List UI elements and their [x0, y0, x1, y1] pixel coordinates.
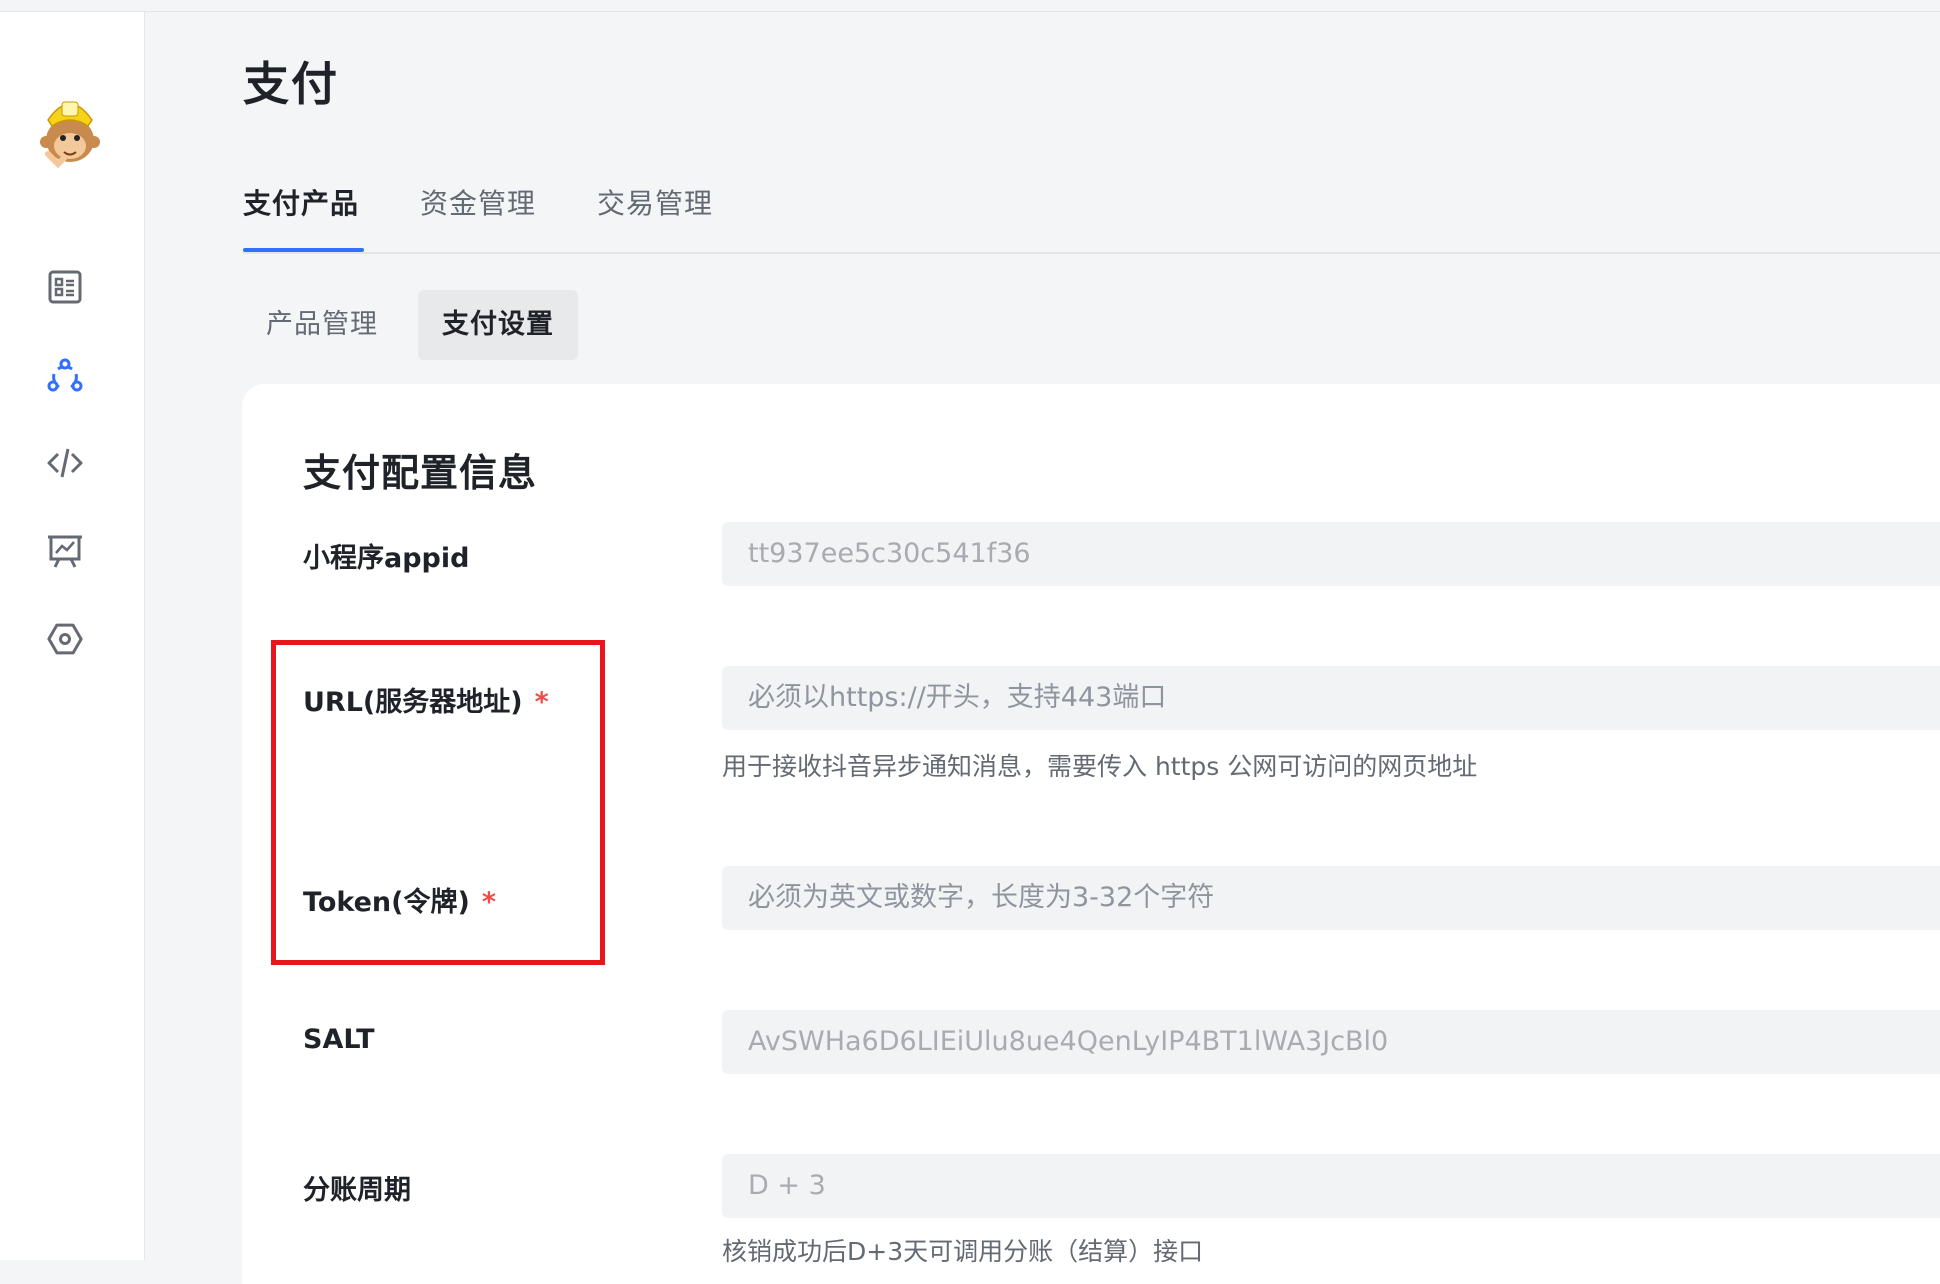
subtab-payment-settings[interactable]: 支付设置 — [418, 290, 578, 360]
subtab-product-management[interactable]: 产品管理 — [242, 290, 402, 360]
appid-field: tt937ee5c30c541f36 — [722, 522, 1940, 586]
sidebar — [0, 12, 145, 1260]
settlement-cycle-label: 分账周期 — [303, 1175, 411, 1206]
card-title: 支付配置信息 — [303, 451, 538, 495]
app-logo[interactable] — [34, 80, 106, 170]
appid-label: 小程序appid — [303, 543, 470, 574]
settlement-cycle-field: D + 3 — [722, 1154, 1940, 1218]
top-tabs: 支付产品 资金管理 交易管理 — [243, 172, 1940, 254]
window-top-edge — [0, 0, 1940, 12]
presentation-chart-icon[interactable] — [44, 530, 86, 572]
tab-fund-management[interactable]: 资金管理 — [420, 182, 536, 222]
settings-hexagon-icon[interactable] — [44, 618, 86, 660]
page-title: 支付 — [243, 57, 339, 111]
tab-payment-products[interactable]: 支付产品 — [243, 182, 359, 222]
annotation-highlight-box — [271, 640, 605, 965]
token-input[interactable] — [722, 866, 1940, 930]
salt-field: AvSWHa6D6LIEiUlu8ue4QenLyIP4BT1lWA3JcBl0 — [722, 1010, 1940, 1074]
salt-label: SALT — [303, 1024, 375, 1055]
app-list-icon[interactable] — [44, 266, 86, 308]
settlement-cycle-help-text: 核销成功后D+3天可调用分账（结算）接口 — [722, 1237, 1204, 1266]
url-help-text: 用于接收抖音异步通知消息，需要传入 https 公网可访问的网页地址 — [722, 752, 1478, 781]
share-nodes-icon[interactable] — [44, 354, 86, 396]
tab-transaction-management[interactable]: 交易管理 — [597, 182, 713, 222]
main-content: 支付 支付产品 资金管理 交易管理 产品管理 支付设置 支付配置信息 小程序ap… — [146, 12, 1940, 1284]
active-tab-indicator — [243, 248, 364, 252]
code-icon[interactable] — [44, 442, 86, 484]
url-input[interactable] — [722, 666, 1940, 730]
